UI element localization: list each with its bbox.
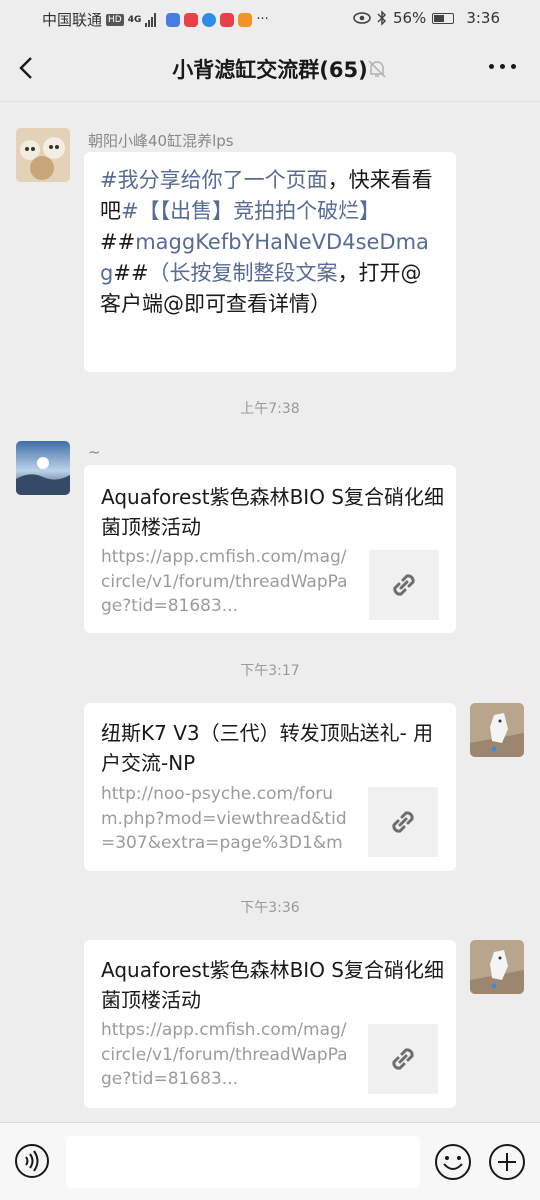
- text-message-bubble[interactable]: #我分享给你了一个页面，快来看看吧#【【出售】竞拍拍个破烂】 ##maggKefb…: [84, 152, 456, 372]
- timestamp: 上午7:38: [240, 401, 300, 417]
- hd-badge: HD: [106, 13, 124, 26]
- message-text: #我分享给你了一个页面，快来看看吧#【【出售】竞拍拍个破烂】 ##maggKefb…: [100, 165, 440, 320]
- hashtag-link[interactable]: （长按复制整段文案: [149, 261, 338, 285]
- muted-bell-icon: [368, 60, 386, 78]
- signal-icon: [145, 12, 157, 27]
- link-thumbnail: [369, 550, 439, 620]
- link-card-title: Aquaforest紫色森林BIO S复合硝化细菌顶楼活动: [101, 958, 444, 1012]
- carrier-label: 中国联通: [42, 11, 103, 29]
- link-thumbnail: [368, 787, 438, 857]
- hashtag-link[interactable]: #我分享给你了一个页面: [100, 168, 328, 192]
- link-card-url: http://noo-psyche.com/forum.php?mod=view…: [101, 784, 347, 853]
- message-text-part: ##: [100, 230, 136, 254]
- avatar-sender-1[interactable]: [16, 128, 70, 182]
- eye-icon: [353, 12, 371, 24]
- link-card-title: 纽斯K7 V3（三代）转发顶贴送礼- 用户交流-NP: [101, 721, 434, 775]
- video-app-icon: [238, 12, 253, 27]
- bluetooth-icon: [377, 10, 387, 26]
- avatar-self[interactable]: [470, 940, 524, 994]
- message-input[interactable]: [66, 1136, 420, 1188]
- link-card-url: https://app.cmfish.com/mag/circle/v1/for…: [101, 547, 348, 616]
- chat-title: 小背滤缸交流群(65): [172, 58, 368, 82]
- status-left: 中国联通 HD 4G ···: [42, 9, 269, 30]
- weibo-app-icon: [184, 12, 199, 27]
- plus-icon[interactable]: [488, 1143, 526, 1181]
- chat-header: 小背滤缸交流群(65): [0, 36, 540, 102]
- chat-input-bar: [0, 1122, 540, 1200]
- emoji-icon[interactable]: [434, 1143, 472, 1181]
- avatar-sender-2[interactable]: [16, 441, 70, 495]
- link-card-bubble[interactable]: Aquaforest紫色森林BIO S复合硝化细菌顶楼活动 https://ap…: [84, 465, 456, 633]
- battery-icon: [432, 12, 455, 24]
- battery-percent: 56%: [392, 9, 427, 27]
- browser-app-icon: [202, 12, 217, 27]
- link-card-url: https://app.cmfish.com/mag/circle/v1/for…: [101, 1020, 348, 1089]
- voice-input-icon[interactable]: [14, 1143, 50, 1179]
- status-bar: 中国联通 HD 4G ··· 56% 3:36: [0, 0, 540, 36]
- more-options-icon[interactable]: [489, 64, 516, 69]
- sender-name: 朝阳小峰40缸混养lps: [88, 132, 234, 150]
- shopping-app-icon: [220, 12, 235, 27]
- message-text-part: ##: [113, 261, 149, 285]
- sender-name: ~: [88, 443, 101, 461]
- music-app-icon: [166, 12, 181, 27]
- link-thumbnail: [368, 1024, 438, 1094]
- hashtag-link[interactable]: #【【出售】竞拍拍个破烂】: [121, 199, 380, 223]
- status-right: 56% 3:36: [353, 9, 500, 27]
- link-card-title: Aquaforest紫色森林BIO S复合硝化细菌顶楼活动: [101, 485, 444, 539]
- clock: 3:36: [466, 9, 500, 27]
- link-card-bubble[interactable]: 纽斯K7 V3（三代）转发顶贴送礼- 用户交流-NP http://noo-ps…: [84, 703, 456, 871]
- network-type: 4G: [127, 14, 142, 25]
- link-card-bubble[interactable]: Aquaforest紫色森林BIO S复合硝化细菌顶楼活动 https://ap…: [84, 940, 456, 1108]
- timestamp: 下午3:36: [240, 900, 300, 916]
- more-notifications-icon: ···: [256, 12, 269, 27]
- link-icon: [393, 574, 415, 596]
- timestamp: 下午3:17: [240, 663, 300, 679]
- link-icon: [392, 1048, 414, 1070]
- avatar-self[interactable]: [470, 703, 524, 757]
- link-icon: [392, 811, 414, 833]
